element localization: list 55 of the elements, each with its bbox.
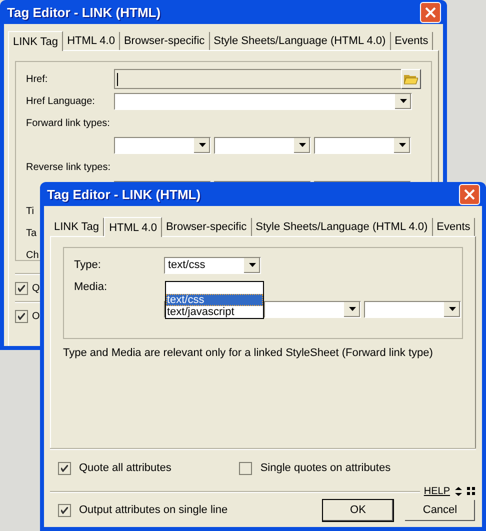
tab[interactable]: HTML 4.0 xyxy=(104,217,162,237)
caret-icon xyxy=(398,143,406,147)
checkbox-label: Output attributes on single line xyxy=(79,504,228,516)
checkbox[interactable] xyxy=(15,310,28,322)
grid-icon xyxy=(467,487,476,496)
field-label: Ti xyxy=(26,206,34,216)
field-label: Type: xyxy=(74,259,102,271)
checkbox[interactable] xyxy=(239,462,252,474)
dropdown[interactable]: text/css xyxy=(164,256,261,274)
ok-button[interactable]: OK xyxy=(322,498,394,522)
help-link[interactable]: HELP xyxy=(424,486,450,497)
caret-icon xyxy=(400,99,406,103)
field-label: Href Language: xyxy=(26,96,96,106)
checkbox[interactable] xyxy=(15,282,28,294)
field-label: Forward link types: xyxy=(26,118,110,128)
folder-icon xyxy=(404,73,418,85)
window-title: Tag Editor - LINK (HTML) xyxy=(7,4,161,20)
caret-icon xyxy=(248,263,256,267)
field-label: Ch xyxy=(26,250,39,260)
close-button[interactable] xyxy=(420,2,441,22)
field-label: Media: xyxy=(74,281,108,293)
checkbox-label: Single quotes on attributes xyxy=(260,462,391,474)
browse-button[interactable] xyxy=(401,69,421,89)
dropdown[interactable] xyxy=(314,136,411,154)
field-label: Href: xyxy=(26,74,49,84)
dropdown[interactable] xyxy=(264,300,361,318)
dropdown[interactable] xyxy=(214,136,311,154)
caret-icon xyxy=(298,143,306,147)
checkbox-label: O xyxy=(32,310,40,322)
dropdown[interactable] xyxy=(114,136,211,154)
checkbox-label: Q xyxy=(32,282,40,294)
up-down-arrows-icon xyxy=(454,487,463,496)
dropdown[interactable] xyxy=(114,92,412,110)
note-text: Type and Media are relevant only for a linked StyleSheet (Forward link type) xyxy=(63,346,434,359)
field-label: Reverse link types: xyxy=(26,162,110,172)
list-option[interactable]: text/css xyxy=(166,294,263,306)
checkbox[interactable] xyxy=(58,462,71,474)
checkmark-icon xyxy=(61,464,68,472)
caret-icon xyxy=(448,307,456,311)
checkmark-icon xyxy=(18,312,25,320)
close-button[interactable] xyxy=(459,184,480,204)
checkbox[interactable] xyxy=(58,504,71,516)
tab[interactable]: LINK Tag xyxy=(8,31,64,51)
checkmark-icon xyxy=(61,506,68,514)
caret-icon xyxy=(198,143,206,147)
dropdown[interactable] xyxy=(364,300,461,318)
cancel-button[interactable]: Cancel xyxy=(404,498,476,522)
caret-icon xyxy=(348,307,356,311)
close-icon xyxy=(464,188,475,200)
field-label: Ta xyxy=(26,228,37,238)
checkbox-label: Quote all attributes xyxy=(79,462,172,474)
window-title: Tag Editor - LINK (HTML) xyxy=(47,186,201,202)
input-field[interactable] xyxy=(114,69,421,89)
close-icon xyxy=(425,6,436,18)
checkmark-icon xyxy=(18,284,25,292)
